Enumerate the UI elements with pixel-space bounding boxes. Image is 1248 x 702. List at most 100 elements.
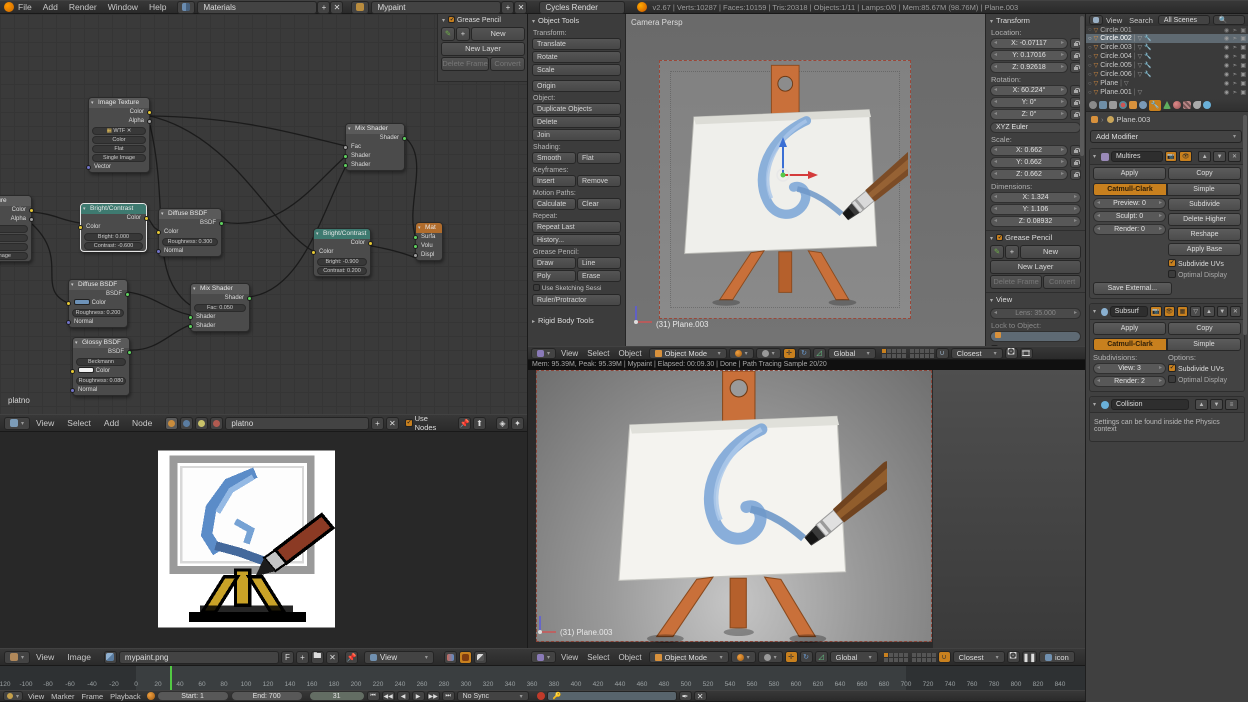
socket-color-in[interactable] — [66, 301, 71, 306]
image-editor[interactable]: ▾ View Image mypaint.png F + 🖿 ✕ 📌 View▾ — [0, 432, 528, 666]
insert-keyframes-icon[interactable]: ✒ — [679, 691, 692, 701]
delete-frame-button[interactable]: Delete Frame — [990, 275, 1042, 289]
menu-node[interactable]: Node — [132, 418, 152, 428]
socket-color-in[interactable] — [78, 225, 83, 230]
node-diffuse-bsdf-2[interactable]: Diffuse BSDF BSDF Color Roughness: 0.200… — [68, 279, 128, 328]
pivot-select[interactable]: ▾ — [756, 348, 781, 359]
origin-button[interactable]: Origin — [532, 80, 621, 92]
node-material-output[interactable]: Mat Surfa Volu Displ — [415, 222, 443, 261]
select-arrow-icon[interactable]: ➣ — [1232, 53, 1237, 60]
channel-color-alpha-icon[interactable] — [444, 651, 457, 664]
snap-element-select[interactable]: Closest▾ — [951, 348, 1003, 359]
socket-color-in[interactable] — [311, 250, 316, 255]
remove-keyframe-button[interactable]: Remove — [577, 175, 621, 187]
grease-add-button[interactable]: + — [1005, 245, 1019, 259]
translate-button[interactable]: Translate — [532, 38, 621, 50]
orientation-select[interactable]: Global▾ — [828, 348, 876, 359]
outliner-row[interactable]: ○▽Plane.001|▽◉➣▣ — [1086, 88, 1248, 97]
outliner-row[interactable]: ○▽Circle.006|▽🔧◉➣▣ — [1086, 70, 1248, 79]
scale-y-field[interactable]: Y: 0.662 — [990, 157, 1068, 168]
tab-material-icon[interactable] — [1173, 101, 1181, 109]
roughness-slider[interactable]: Roughness: 0.080 — [76, 377, 126, 385]
opengl-render-icon[interactable]: 🖸 — [1005, 348, 1018, 359]
tab-data-icon[interactable] — [1163, 101, 1171, 109]
move-down-button[interactable]: ▼ — [1210, 399, 1223, 410]
apply-button[interactable]: Apply — [1093, 322, 1166, 335]
socket-vector-in[interactable] — [86, 165, 91, 170]
expand-icon[interactable]: ▾ — [1093, 401, 1096, 408]
manipulator-scale-icon[interactable]: ◿ — [815, 651, 828, 663]
node-bright-contrast-1[interactable]: Bright/Contrast Color Color Bright: 0.00… — [80, 203, 147, 252]
apply-button[interactable]: Apply — [1093, 167, 1166, 180]
socket-normal-in[interactable] — [70, 388, 75, 393]
socket-bsdf-out[interactable] — [125, 292, 130, 297]
render-slot-icon-button[interactable]: icon — [1039, 651, 1075, 663]
roughness-slider[interactable]: Roughness: 0.200 — [72, 309, 124, 317]
grease-pencil-icon[interactable]: ✎ — [441, 27, 455, 41]
editor-type-button[interactable]: ▾ — [531, 348, 556, 359]
menu-object[interactable]: Object — [618, 349, 641, 358]
scale-z-field[interactable]: Z: 0.662 — [990, 169, 1068, 180]
manipulator-translate-icon[interactable]: ✛ — [785, 651, 798, 663]
node-image-texture-partial[interactable]: e Texture Color Alpha e Image — [0, 195, 32, 262]
socket-bsdf-out[interactable] — [219, 221, 224, 226]
socket-surface-in[interactable] — [413, 235, 418, 240]
camera-restrict-icon[interactable]: ▣ — [1240, 44, 1246, 51]
render-field[interactable]: Render: 0 — [1093, 224, 1166, 235]
node-editor[interactable]: e Texture Color Alpha e Image Image Text… — [0, 14, 528, 432]
menu-select[interactable]: Select — [67, 418, 91, 428]
socket-color-out[interactable] — [144, 216, 149, 221]
socket-shader1-in[interactable] — [343, 154, 348, 159]
channel-alpha-icon[interactable] — [474, 651, 487, 664]
viewport-visibility-toggle[interactable]: 👁 — [1164, 306, 1175, 317]
convert-button[interactable]: Convert — [490, 57, 525, 71]
tab-render-layers-icon[interactable] — [1099, 101, 1107, 109]
socket-shader1-in[interactable] — [188, 315, 193, 320]
scale-x-field[interactable]: X: 0.662 — [990, 145, 1068, 156]
lens-field[interactable]: Lens: 35.000 — [990, 308, 1081, 319]
loc-x-field[interactable]: X: -0.07117 — [990, 38, 1068, 49]
sculpt-field[interactable]: Sculpt: 0 — [1093, 211, 1166, 222]
select-arrow-icon[interactable]: ➣ — [1232, 62, 1237, 69]
viewport-shading-select[interactable]: ▾ — [729, 348, 754, 359]
socket-volume-in[interactable] — [413, 244, 418, 249]
transform-manipulator[interactable] — [748, 133, 818, 195]
socket-color-out[interactable] — [368, 241, 373, 246]
cage-toggle[interactable]: ▽ — [1190, 306, 1201, 317]
move-up-button[interactable]: ▲ — [1203, 306, 1214, 317]
eye-icon[interactable]: ◉ — [1224, 80, 1229, 87]
convert-button[interactable]: Convert — [1043, 275, 1081, 289]
camera-restrict-icon[interactable]: ▣ — [1240, 35, 1246, 42]
pin-icon[interactable]: 📌 — [458, 417, 471, 430]
bright-slider[interactable]: Bright: 0.000 — [84, 233, 143, 241]
lock-to-cursor-checkbox[interactable] — [991, 345, 998, 346]
parent-node-icon[interactable]: ⬆ — [473, 417, 486, 430]
simple-button[interactable]: Simple — [1167, 183, 1241, 196]
copy-button[interactable]: Copy — [1168, 322, 1241, 335]
delete-button[interactable]: Delete — [532, 116, 621, 128]
socket-color-in[interactable] — [156, 230, 161, 235]
move-down-button[interactable]: ▼ — [1213, 151, 1226, 162]
repeat-last-button[interactable]: Repeat Last — [532, 221, 621, 233]
catmull-clark-button[interactable]: Catmull-Clark — [1093, 338, 1167, 351]
join-button[interactable]: Join — [532, 129, 621, 141]
delete-frame-button[interactable]: Delete Frame — [441, 57, 489, 71]
render-subdivisions-field[interactable]: Render: 2 — [1093, 376, 1166, 387]
simple-button[interactable]: Simple — [1167, 338, 1241, 351]
select-arrow-icon[interactable]: ➣ — [1232, 35, 1237, 42]
tab-object-icon[interactable] — [1129, 101, 1137, 109]
optimal-display-checkbox[interactable] — [1168, 375, 1176, 383]
node-mix-shader-1[interactable]: Mix Shader Shader Fac: 0.050 Shader Shad… — [190, 283, 250, 332]
grease-pencil-checkbox[interactable] — [996, 234, 1003, 241]
image-name-field[interactable]: mypaint.png — [119, 651, 279, 664]
scene-icon[interactable] — [351, 1, 369, 14]
viewport-rendered[interactable]: Mem: 95.39M, Peak: 95.39M | Mypaint | El… — [528, 360, 1085, 648]
mode-select[interactable]: Object Mode▾ — [649, 348, 727, 359]
apply-base-button[interactable]: Apply Base — [1168, 243, 1241, 256]
scene-select[interactable]: Mypaint — [371, 1, 501, 14]
material-icon[interactable] — [210, 417, 223, 430]
edit-mode-toggle[interactable]: ▦ — [1177, 306, 1188, 317]
camera-restrict-icon[interactable]: ▣ — [1240, 80, 1246, 87]
eye-icon[interactable]: ◉ — [1224, 71, 1229, 78]
image-open-button[interactable]: 🖿 — [311, 651, 324, 664]
